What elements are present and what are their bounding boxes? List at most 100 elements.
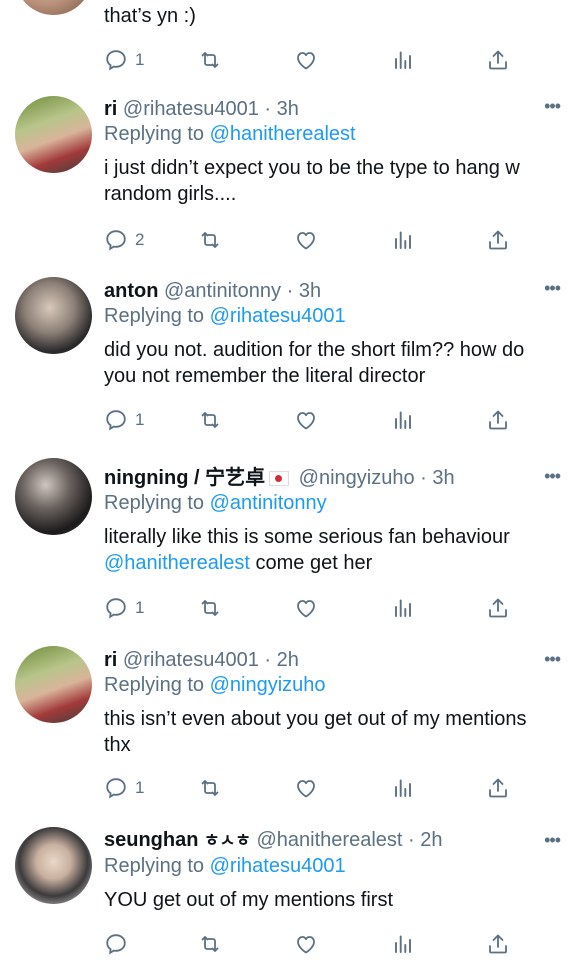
replying-to-link[interactable]: @hanitherealest — [210, 123, 356, 145]
retweet-button[interactable] — [198, 226, 222, 254]
share-icon — [486, 932, 510, 956]
tweet-text: did you not. audition for the short film… — [104, 339, 525, 387]
tweet-actions — [104, 930, 524, 958]
retweet-button[interactable] — [198, 930, 222, 958]
retweet-button[interactable] — [198, 46, 222, 74]
reply-button[interactable]: 1 — [104, 594, 144, 622]
replying-to-link[interactable]: @ningyizuho — [210, 674, 326, 696]
share-icon — [486, 776, 510, 800]
tweet[interactable]: ••• ri @rihatesu4001 · 2h Replying to @n… — [0, 640, 582, 820]
tweet-text-tail: come get her — [249, 552, 373, 574]
tweet[interactable]: ••• seunghan ㅎㅅㅎ @hanitherealest · 2h Re… — [0, 820, 582, 960]
reply-count: 1 — [135, 410, 145, 429]
reply-icon — [104, 408, 128, 432]
avatar[interactable] — [15, 277, 92, 354]
reply-button[interactable] — [104, 930, 135, 958]
like-button[interactable] — [294, 594, 318, 622]
avatar[interactable] — [15, 458, 92, 535]
display-name[interactable]: ri — [104, 98, 117, 120]
reply-button[interactable]: 1 — [104, 774, 144, 802]
share-icon — [486, 408, 510, 432]
tweet-text: i just didn’t expect you to be the type … — [104, 157, 520, 205]
retweet-icon — [198, 228, 222, 252]
share-button[interactable] — [486, 226, 510, 254]
reply-count: 1 — [135, 778, 145, 797]
share-icon — [486, 228, 510, 252]
name-emoji: ㅎㅅㅎ — [204, 831, 251, 850]
replying-label: Replying to — [104, 305, 210, 327]
retweet-icon — [198, 596, 222, 620]
like-button[interactable] — [294, 406, 318, 434]
heart-icon — [294, 776, 318, 800]
reply-count: 1 — [135, 598, 145, 617]
retweet-icon — [198, 776, 222, 800]
tweet-actions: 1 — [104, 406, 524, 434]
retweet-button[interactable] — [198, 774, 222, 802]
display-name[interactable]: ningning / 宁艺卓 — [104, 467, 265, 489]
heart-icon — [294, 408, 318, 432]
reply-count: 1 — [135, 50, 145, 69]
replying-label: Replying to — [104, 855, 210, 877]
tweet-text: literally like this is some serious fan … — [104, 526, 510, 548]
heart-icon — [294, 48, 318, 72]
tweet[interactable]: ••• anton @antinitonny · 3h Replying to … — [0, 270, 582, 452]
like-button[interactable] — [294, 774, 318, 802]
replying-label: Replying to — [104, 123, 210, 145]
retweet-icon — [198, 48, 222, 72]
share-button[interactable] — [486, 930, 510, 958]
reply-icon — [104, 932, 128, 956]
reply-count: 2 — [135, 230, 145, 249]
share-icon — [486, 48, 510, 72]
stats-button[interactable] — [391, 930, 415, 958]
stats-icon — [391, 48, 415, 72]
mention-link[interactable]: @hanitherealest — [104, 552, 250, 574]
tweet[interactable]: ••• ningning / 宁艺卓 @ningyizuho · 3h Repl… — [0, 452, 582, 640]
replying-to-link[interactable]: @antinitonny — [210, 492, 327, 514]
tweet[interactable]: ••• ri @rihatesu4001 · 3h Replying to @h… — [0, 88, 582, 270]
handle-time[interactable]: @ningyizuho · 3h — [299, 467, 455, 489]
tweet-text: YOU get out of my mentions first — [104, 889, 393, 911]
handle-time[interactable]: @antinitonny · 3h — [164, 280, 321, 302]
share-button[interactable] — [486, 594, 510, 622]
avatar[interactable] — [15, 96, 92, 173]
like-button[interactable] — [294, 930, 318, 958]
stats-icon — [391, 228, 415, 252]
display-name[interactable]: anton — [104, 280, 158, 302]
like-button[interactable] — [294, 226, 318, 254]
avatar[interactable] — [15, 827, 92, 904]
avatar[interactable] — [15, 0, 92, 15]
handle-time[interactable]: @rihatesu4001 · 2h — [123, 649, 299, 671]
reply-button[interactable]: 1 — [104, 406, 144, 434]
like-button[interactable] — [294, 46, 318, 74]
retweet-icon — [198, 932, 222, 956]
handle-time[interactable]: @hanitherealest · 2h — [257, 829, 443, 851]
reply-icon — [104, 596, 128, 620]
stats-button[interactable] — [391, 46, 415, 74]
tweet-actions: 1 — [104, 46, 524, 74]
tweet-text: that’s yn :) — [104, 5, 196, 27]
replying-to-link[interactable]: @rihatesu4001 — [210, 305, 346, 327]
retweet-button[interactable] — [198, 406, 222, 434]
reply-button[interactable]: 2 — [104, 226, 144, 254]
display-name[interactable]: ri — [104, 649, 117, 671]
stats-button[interactable] — [391, 226, 415, 254]
retweet-button[interactable] — [198, 594, 222, 622]
stats-button[interactable] — [391, 774, 415, 802]
stats-button[interactable] — [391, 406, 415, 434]
tweet-partial-top: that’s yn :) 1 — [0, 0, 582, 88]
share-button[interactable] — [486, 46, 510, 74]
replying-label: Replying to — [104, 492, 210, 514]
heart-icon — [294, 932, 318, 956]
stats-button[interactable] — [391, 594, 415, 622]
share-button[interactable] — [486, 774, 510, 802]
share-button[interactable] — [486, 406, 510, 434]
heart-icon — [294, 228, 318, 252]
reply-button[interactable]: 1 — [104, 46, 144, 74]
replying-label: Replying to — [104, 674, 210, 696]
avatar[interactable] — [15, 646, 92, 723]
retweet-icon — [198, 408, 222, 432]
heart-icon — [294, 596, 318, 620]
display-name[interactable]: seunghan — [104, 829, 198, 851]
handle-time[interactable]: @rihatesu4001 · 3h — [123, 98, 299, 120]
replying-to-link[interactable]: @rihatesu4001 — [210, 855, 346, 877]
